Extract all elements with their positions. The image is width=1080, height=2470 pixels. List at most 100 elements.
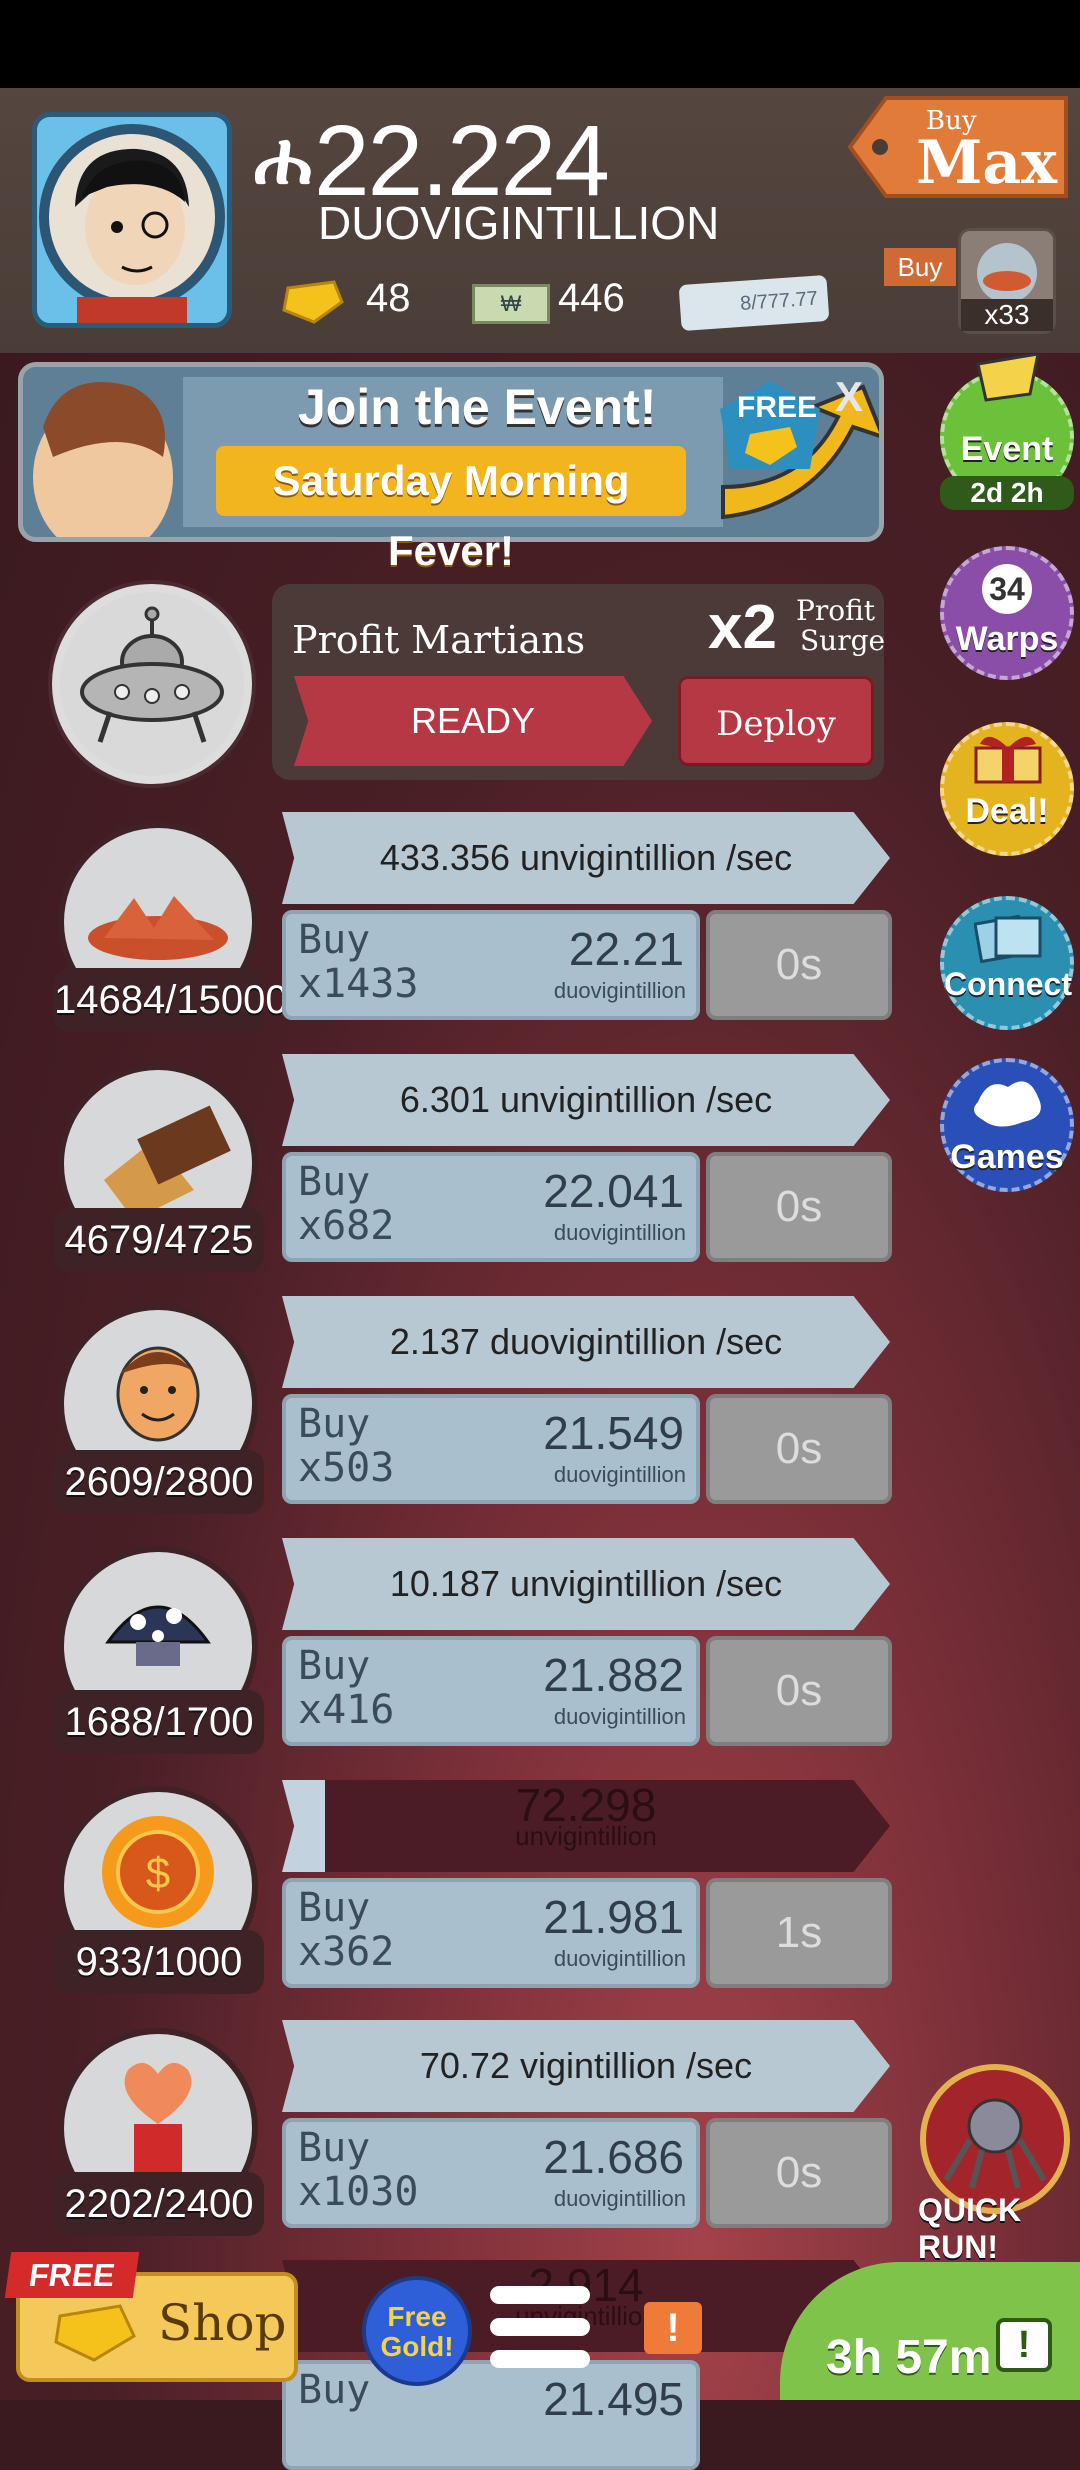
gold-count: 48 [366, 276, 411, 320]
upgrade-button[interactable]: x33 [958, 228, 1056, 334]
business-timer[interactable]: 0s [706, 1152, 892, 1262]
deploy-button[interactable]: Deploy [678, 676, 874, 766]
business-rate[interactable]: 433.356 unvigintillion /sec [282, 812, 890, 904]
business-timer[interactable]: 0s [706, 910, 892, 1020]
gold-icon [54, 2304, 136, 2362]
buy-cost: 21.882 [543, 1649, 684, 1701]
shop-label: Shop [158, 2294, 287, 2352]
business-timer[interactable]: 0s [706, 2118, 892, 2228]
free-gold-badge: FREE [715, 379, 825, 479]
gift-icon [974, 736, 1042, 784]
business-count: 1688/1700 [54, 1690, 264, 1754]
quick-run-label: QUICK RUN! [918, 2192, 1022, 2265]
business-buy-button[interactable]: Buy x1433 22.21 duovigintillion [282, 910, 700, 1020]
business-count: 2609/2800 [54, 1450, 264, 1514]
event-subtitle: Saturday Morning Fever! [216, 446, 686, 574]
dirt-pile-icon [977, 243, 1037, 303]
menu-icon [490, 2286, 590, 2304]
status-bar [0, 0, 1080, 88]
surge-label-line2: Surge [800, 624, 886, 657]
surge-multiplier: x2 [708, 593, 777, 662]
svg-text:$: $ [146, 1849, 170, 1898]
buy-cost: 22.041 [543, 1165, 684, 1217]
buy-cost-unit: duovigintillion [553, 1462, 686, 1487]
event-label: Event [960, 430, 1054, 468]
close-icon[interactable]: X [835, 373, 863, 421]
business-buy-button[interactable]: Buy x362 21.981 duovigintillion [282, 1878, 700, 1988]
buy-cost-unit: duovigintillion [553, 1946, 686, 1971]
free-gold-button[interactable]: Free Gold! [362, 2276, 472, 2386]
business-count: 14684/15000 [54, 968, 288, 1032]
business-buy-button[interactable]: Buy x503 21.549 duovigintillion [282, 1394, 700, 1504]
buy-label: Buy x362 [298, 1885, 395, 1975]
trophy-icon [968, 352, 1048, 404]
currency-symbol: ሐ [254, 119, 312, 199]
buy-label: Buy [298, 2367, 371, 2413]
upgrade-badge: x33 [961, 299, 1053, 331]
business-rate[interactable]: 70.72 vigintillion /sec [282, 2020, 890, 2112]
buy-label: Buy x682 [298, 1159, 395, 1249]
business-buy-button[interactable]: Buy x416 21.882 duovigintillion [282, 1636, 700, 1746]
games-label: Games [950, 1138, 1064, 1176]
business-timer[interactable]: 0s [706, 1636, 892, 1746]
buy-label: Buy x1433 [298, 917, 419, 1007]
menu-button[interactable] [490, 2286, 590, 2372]
timer-text: 3h 57m [826, 2331, 992, 2384]
business-count: 933/1000 [54, 1930, 264, 1994]
buy-upgrade-label[interactable]: Buy [884, 248, 956, 286]
free-label: FREE [737, 391, 818, 424]
avatar-illustration [39, 124, 225, 323]
cards-icon [974, 914, 1042, 964]
warps-button[interactable]: 34 Warps [940, 546, 1074, 680]
business-buy-button[interactable]: Buy x682 22.041 duovigintillion [282, 1152, 700, 1262]
martian-avatar[interactable] [52, 584, 252, 784]
business-timer[interactable]: 1s [706, 1878, 892, 1988]
martian-title: Profit Martians [292, 618, 586, 662]
money-unit: DUOVIGINTILLION [318, 197, 720, 249]
player-avatar[interactable] [32, 112, 232, 328]
business-rate[interactable]: 6.301 unvigintillion /sec [282, 1054, 890, 1146]
buy-cost-unit: duovigintillion [553, 1220, 686, 1245]
surge-label-line1: Profit [796, 594, 876, 627]
event-timer: 2d 2h [940, 476, 1074, 510]
buy-cost: 22.21 [568, 923, 684, 975]
connect-button[interactable]: Connect [940, 896, 1074, 1030]
warps-label: Warps [955, 620, 1059, 658]
alert-icon[interactable]: ! [644, 2302, 702, 2354]
business-progress-bar[interactable]: 72.298 unvigintillion [282, 1780, 890, 1872]
connect-label: Connect [944, 966, 1072, 1002]
megabucks-icon: ₩ [472, 284, 550, 324]
business-count: 2202/2400 [54, 2172, 264, 2236]
megabucks-count: 446 [558, 276, 625, 320]
business-rate[interactable]: 10.187 unvigintillion /sec [282, 1538, 890, 1630]
business-buy-button[interactable]: Buy x1030 21.686 duovigintillion [282, 2118, 700, 2228]
business-timer[interactable]: 0s [706, 1394, 892, 1504]
buy-cost: 21.981 [543, 1891, 684, 1943]
buy-max-button[interactable]: Buy Max [846, 92, 1072, 202]
ready-button[interactable]: READY [294, 676, 652, 766]
tv-alert-icon[interactable]: ! [996, 2318, 1052, 2372]
buy-cost: 21.495 [543, 2373, 684, 2425]
free-gold-label: Free Gold! [380, 2301, 454, 2362]
business-buy-button[interactable]: Buy 21.495 [282, 2360, 700, 2470]
splash-icon [974, 1081, 1041, 1127]
ufo-icon [80, 606, 224, 743]
games-button[interactable]: Games [940, 1058, 1074, 1192]
robot-spider-icon [943, 2098, 1047, 2189]
buy-cost-unit: duovigintillion [553, 1704, 686, 1729]
progress-unit: unvigintillion [515, 1821, 657, 1851]
buy-cost-unit: duovigintillion [553, 2186, 686, 2211]
buy-cost: 21.549 [543, 1407, 684, 1459]
buy-label: Buy x503 [298, 1401, 395, 1491]
warps-count: 34 [982, 564, 1032, 614]
shop-free-ribbon: FREE [4, 2252, 140, 2298]
surge-label: Profit Surge [796, 596, 885, 656]
business-rate[interactable]: 2.137 duovigintillion /sec [282, 1296, 890, 1388]
deal-button[interactable]: Deal! [940, 722, 1074, 856]
gold-icon [278, 278, 344, 324]
ticket-count: 8/777.77 [739, 287, 819, 315]
buy-cost-unit: duovigintillion [553, 978, 686, 1003]
progress-value: 72.298 [515, 1779, 657, 1831]
business-count: 4679/4725 [54, 1208, 264, 1272]
event-title: Join the Event! [298, 379, 657, 435]
